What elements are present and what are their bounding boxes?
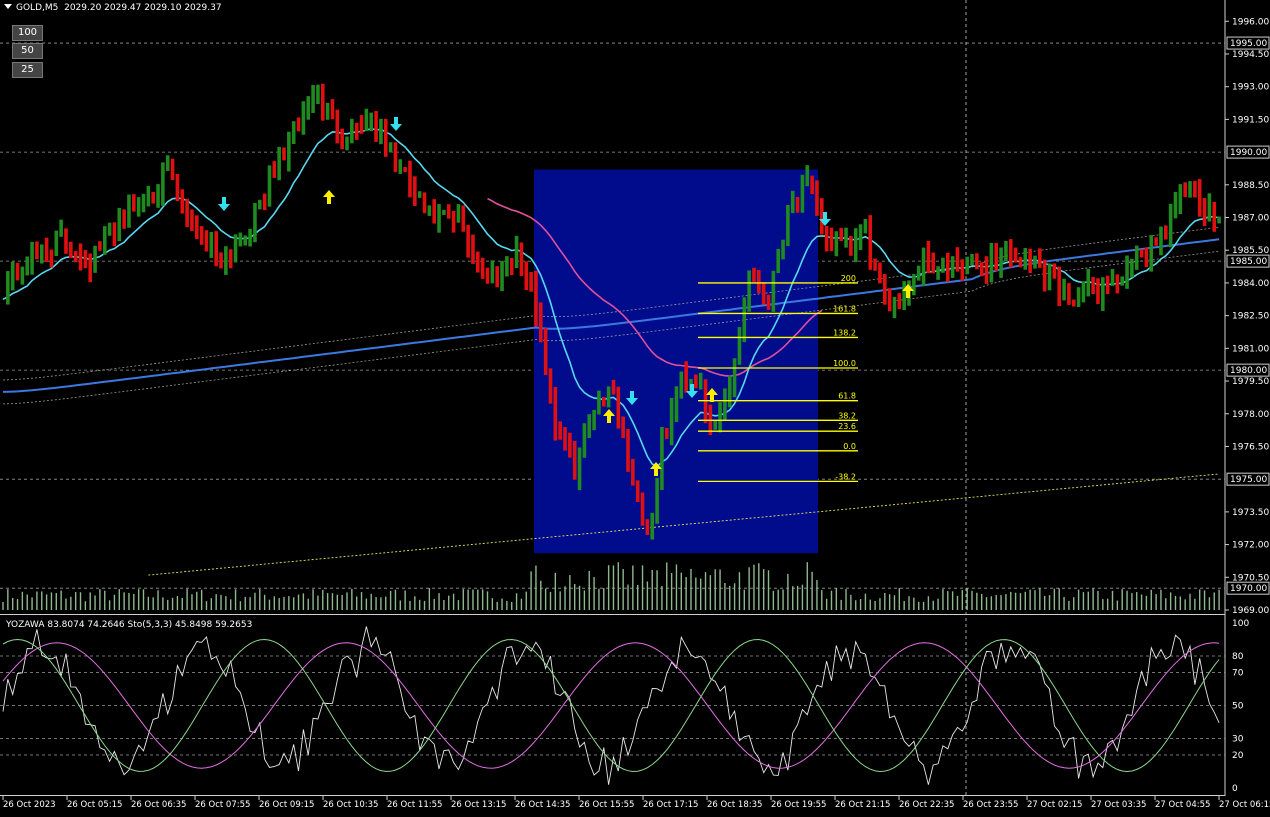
price-chart[interactable]: 200161.8138.2100.061.838.223.60.0-38.219… [0,0,1270,813]
range-box[interactable] [534,169,818,554]
price-tick-label: 1969.00 [1232,606,1269,616]
osc-tick-label: 70 [1232,669,1244,679]
zoom-25-button[interactable]: 25 [12,62,43,78]
time-tick-label: 26 Oct 22:35 [899,800,954,810]
osc-tick-label: 80 [1232,652,1244,662]
price-tick-label: 1993.00 [1232,83,1269,93]
time-tick-label: 27 Oct 02:15 [1027,800,1082,810]
fib-level-label: 161.8 [833,304,856,313]
fib-level-label: -38.2 [835,472,856,481]
price-tick-label: 1973.50 [1232,508,1269,518]
time-tick-label: 26 Oct 10:35 [323,800,378,810]
time-tick-label: 26 Oct 21:15 [835,800,890,810]
time-tick-label: 26 Oct 05:15 [67,800,122,810]
fib-level-label: 138.2 [833,328,856,337]
osc-stoch-line [2,638,1220,773]
zoom-50-button[interactable]: 50 [12,43,43,59]
price-tick-label: 1984.00 [1232,279,1269,289]
chart-window[interactable]: 200 161.8 138.2 100.0 61.8 38.2 23.6 0.0 -38.2 19… [0,0,1270,813]
fib-level-label: 61.8 [838,392,856,401]
fib-level-label: 100.0 [833,359,856,368]
osc-tick-label: 50 [1232,702,1244,712]
price-tick-label: 1991.50 [1232,115,1269,125]
time-tick-label: 26 Oct 2023 [3,800,56,810]
time-tick-label: 26 Oct 13:15 [451,800,506,810]
osc-tick-label: 20 [1232,751,1244,761]
price-tick-label: 1978.00 [1232,410,1269,420]
price-tick-label: 1996.00 [1232,17,1269,27]
price-tick-label: 1976.50 [1232,442,1269,452]
arrow-down-icon [390,117,402,131]
price-marker-label: 1970.00 [1230,584,1267,594]
price-tick-label: 1982.50 [1232,312,1269,322]
price-tick-label: 1988.50 [1232,181,1269,191]
time-tick-label: 26 Oct 19:55 [771,800,826,810]
fib-level-label: 200 [841,274,856,283]
time-tick-label: 26 Oct 18:35 [707,800,762,810]
price-tick-label: 1972.00 [1232,541,1269,551]
fib-level-label: 0.0 [843,442,856,451]
arrow-up-icon [323,190,335,204]
price-marker-label: 1985.00 [1230,257,1267,267]
time-tick-label: 26 Oct 06:35 [131,800,186,810]
arrow-down-icon [218,197,230,211]
time-tick-label: 26 Oct 07:55 [195,800,250,810]
symbol-header: GOLD,M5 2029.20 2029.47 2029.10 2029.37 [4,3,222,13]
time-tick-label: 26 Oct 09:15 [259,800,314,810]
symbol-label: GOLD,M5 [16,3,59,13]
price-tick-label: 1979.50 [1232,377,1269,387]
time-tick-label: 26 Oct 11:55 [387,800,442,810]
time-tick-label: 26 Oct 23:55 [963,800,1018,810]
fib-level-label: 38.2 [838,411,856,420]
time-tick-label: 27 Oct 04:55 [1155,800,1210,810]
price-marker-label: 1995.00 [1230,39,1267,49]
ohlc-values: 2029.20 2029.47 2029.10 2029.37 [64,3,222,13]
time-tick-label: 27 Oct 06:15 [1219,800,1270,810]
osc-tick-label: 100 [1232,619,1249,629]
time-tick-label: 27 Oct 03:35 [1091,800,1146,810]
price-marker-label: 1990.00 [1230,148,1267,158]
caret-down-icon[interactable] [4,4,12,9]
osc-tick-label: 30 [1232,735,1244,745]
time-tick-label: 26 Oct 15:55 [579,800,634,810]
indicator-header: YOZAWA 83.8074 74.2646 Sto(5,3,3) 45.849… [6,620,253,630]
price-marker-label: 1980.00 [1230,366,1267,376]
time-tick-label: 26 Oct 17:15 [643,800,698,810]
fib-level-label: 23.6 [838,422,856,431]
zoom-100-button[interactable]: 100 [12,25,43,41]
price-tick-label: 1981.00 [1232,344,1269,354]
price-tick-label: 1987.00 [1232,214,1269,224]
price-marker-label: 1975.00 [1230,475,1267,485]
price-tick-label: 1994.50 [1232,50,1269,60]
time-tick-label: 26 Oct 14:35 [515,800,570,810]
osc-tick-label: 0 [1232,784,1238,794]
